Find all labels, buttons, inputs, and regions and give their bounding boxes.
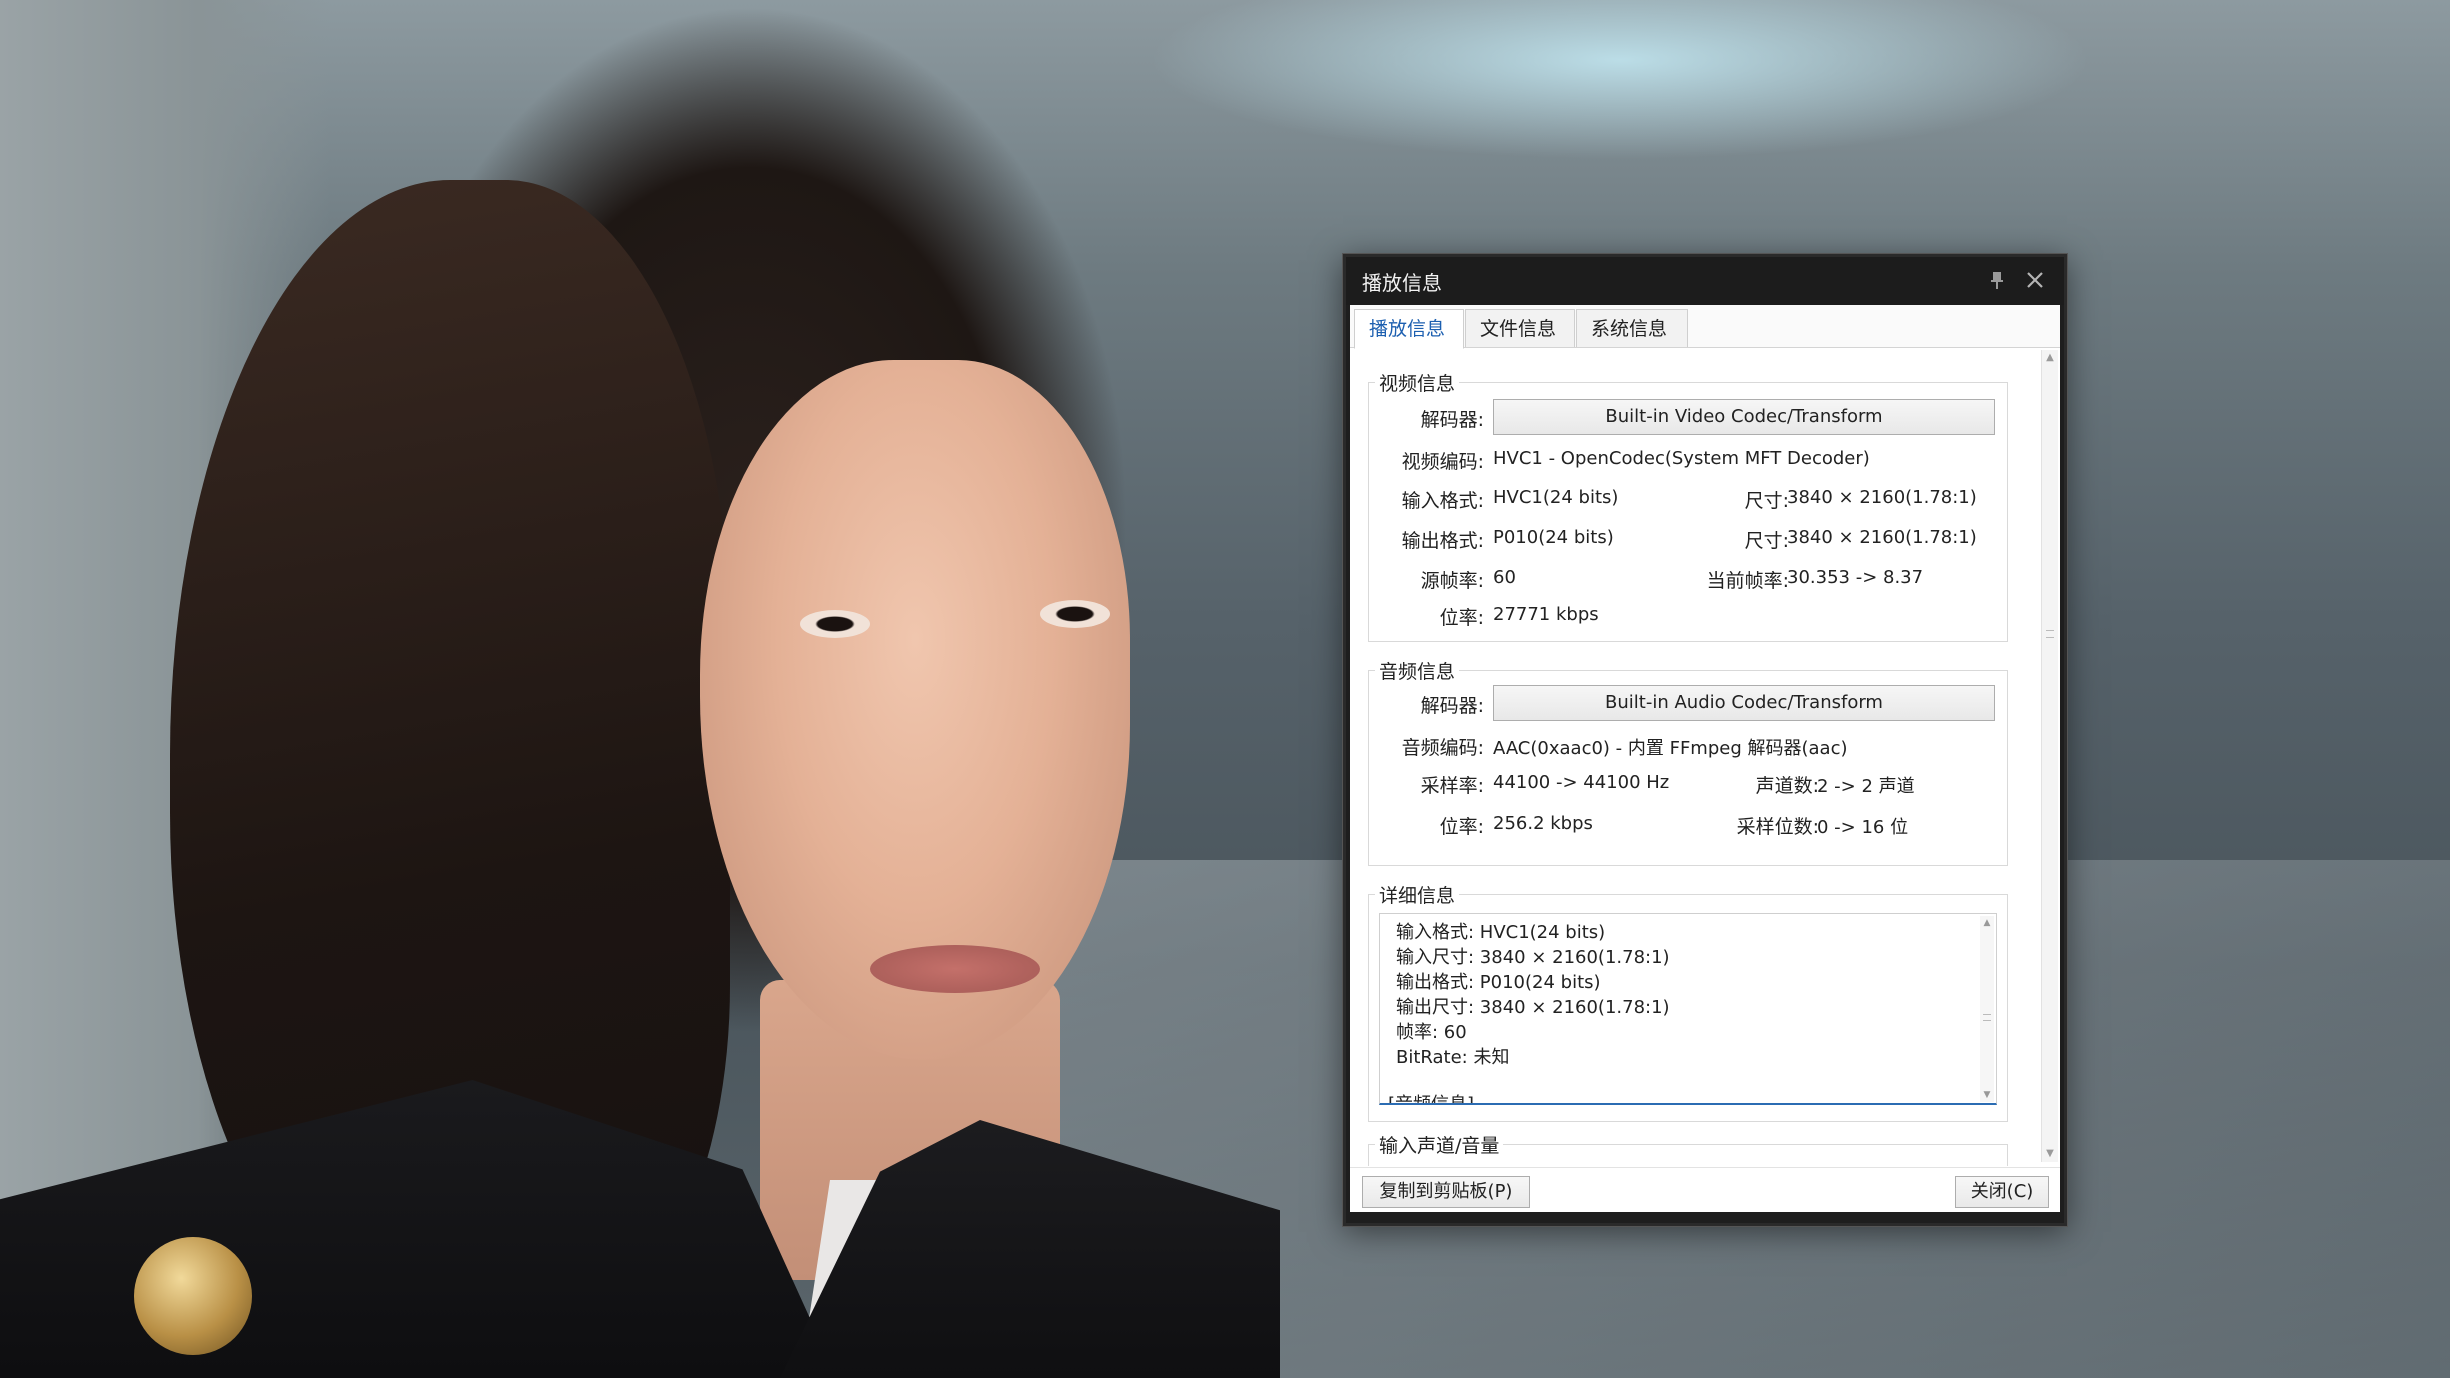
- volume-group-title: 输入声道/音量: [1375, 1131, 1504, 1158]
- details-group: 详细信息 输入格式: HVC1(24 bits) 输入尺寸: 3840 × 21…: [1368, 881, 2008, 1122]
- input-format-label: 输入格式:: [1401, 490, 1484, 512]
- scroll-up-icon[interactable]: ▲: [1980, 916, 1994, 930]
- channels-label: 声道数:: [1755, 775, 1819, 797]
- scroll-grip-icon[interactable]: [2046, 630, 2054, 638]
- audio-decoder-label: 解码器:: [1420, 695, 1484, 717]
- pin-icon[interactable]: [1988, 271, 2006, 291]
- tab-bar: 播放信息 文件信息 系统信息: [1350, 305, 2060, 349]
- scroll-down-icon[interactable]: ▼: [1980, 1088, 1994, 1102]
- video-group-title: 视频信息: [1375, 369, 1460, 396]
- video-codec-label: 视频编码:: [1401, 451, 1484, 473]
- sample-bits-label: 采样位数:: [1736, 816, 1819, 838]
- info-scrollbar[interactable]: ▲ ▼: [2041, 350, 2058, 1162]
- output-format-value: P010(24 bits): [1493, 527, 1614, 548]
- input-format-value: HVC1(24 bits): [1493, 487, 1619, 508]
- video-bitrate-value: 27771 kbps: [1493, 604, 1599, 625]
- person-eye-right: [1040, 600, 1110, 628]
- video-info-group: 视频信息 解码器: Built-in Video Codec/Transform…: [1368, 369, 2008, 642]
- input-size-value: 3840 × 2160(1.78:1): [1787, 487, 1977, 508]
- output-size-label: 尺寸:: [1744, 530, 1789, 552]
- video-codec-value: HVC1 - OpenCodec(System MFT Decoder): [1493, 448, 1870, 469]
- dialog-client: 播放信息 文件信息 系统信息 视频信息 解码器: Built-in Video …: [1350, 305, 2060, 1212]
- person-eye-left: [800, 610, 870, 638]
- video-decoder-button[interactable]: Built-in Video Codec/Transform: [1493, 399, 1995, 435]
- video-decoder-label: 解码器:: [1420, 409, 1484, 431]
- current-fps-label: 当前帧率:: [1706, 570, 1789, 592]
- audio-bitrate-label: 位率:: [1439, 816, 1484, 838]
- input-size-label: 尺寸:: [1744, 490, 1789, 512]
- scroll-down-icon[interactable]: ▼: [2042, 1146, 2058, 1162]
- sample-rate-value: 44100 -> 44100 Hz: [1493, 772, 1670, 793]
- video-frame: [0, 0, 2450, 1378]
- detail-line: BitRate: 未知: [1396, 1047, 1510, 1068]
- detail-line: 输入尺寸: 3840 × 2160(1.78:1): [1396, 947, 1670, 968]
- video-bitrate-label: 位率:: [1439, 607, 1484, 629]
- dialog-title: 播放信息: [1362, 271, 1442, 295]
- scroll-grip-icon[interactable]: [1983, 1014, 1991, 1021]
- details-group-title: 详细信息: [1375, 881, 1460, 908]
- sample-bits-value: 0 -> 16 位: [1817, 817, 1909, 838]
- volume-group: 输入声道/音量: [1368, 1131, 2008, 1166]
- playback-info-dialog: 播放信息 播放信息 文件信息 系统信息 视频信息 解码器: Built-in V…: [1343, 254, 2067, 1226]
- scroll-up-icon[interactable]: ▲: [2042, 350, 2058, 366]
- close-button[interactable]: 关闭(C): [1955, 1176, 2049, 1208]
- tab-playback-info[interactable]: 播放信息: [1354, 309, 1464, 349]
- detail-line: 输入格式: HVC1(24 bits): [1396, 922, 1606, 943]
- dialog-footer: 复制到剪贴板(P) 关闭(C): [1350, 1167, 2060, 1212]
- details-scrollbar[interactable]: ▲ ▼: [1980, 916, 1994, 1102]
- close-icon[interactable]: [2024, 269, 2046, 291]
- info-scroll-area[interactable]: 视频信息 解码器: Built-in Video Codec/Transform…: [1350, 348, 2060, 1166]
- current-fps-value: 30.353 -> 8.37: [1787, 567, 1924, 588]
- details-textarea[interactable]: 输入格式: HVC1(24 bits) 输入尺寸: 3840 × 2160(1.…: [1379, 913, 1997, 1105]
- output-format-label: 输出格式:: [1401, 530, 1484, 552]
- sample-rate-label: 采样率:: [1420, 775, 1484, 797]
- person-lips: [870, 945, 1040, 993]
- audio-info-group: 音频信息 解码器: Built-in Audio Codec/Transform…: [1368, 657, 2008, 866]
- audio-group-title: 音频信息: [1375, 657, 1460, 684]
- source-fps-label: 源帧率:: [1420, 570, 1484, 592]
- tab-file-info[interactable]: 文件信息: [1465, 309, 1575, 347]
- detail-line: 输出格式: P010(24 bits): [1396, 972, 1601, 993]
- detail-line: 输出尺寸: 3840 × 2160(1.78:1): [1396, 997, 1670, 1018]
- tab-system-info[interactable]: 系统信息: [1576, 309, 1688, 347]
- copy-to-clipboard-button[interactable]: 复制到剪贴板(P): [1362, 1176, 1530, 1208]
- audio-decoder-button[interactable]: Built-in Audio Codec/Transform: [1493, 685, 1995, 721]
- audio-codec-label: 音频编码:: [1401, 737, 1484, 759]
- audio-codec-value: AAC(0xaac0) - 内置 FFmpeg 解码器(aac): [1493, 738, 1848, 759]
- detail-line: 帧率: 60: [1396, 1022, 1467, 1043]
- jacket-button: [134, 1237, 252, 1355]
- channels-value: 2 -> 2 声道: [1817, 776, 1915, 797]
- audio-bitrate-value: 256.2 kbps: [1493, 813, 1593, 834]
- detail-line: [音频信息]: [1388, 1094, 1475, 1105]
- output-size-value: 3840 × 2160(1.78:1): [1787, 527, 1977, 548]
- dialog-titlebar[interactable]: 播放信息: [1346, 257, 2064, 305]
- source-fps-value: 60: [1493, 567, 1516, 588]
